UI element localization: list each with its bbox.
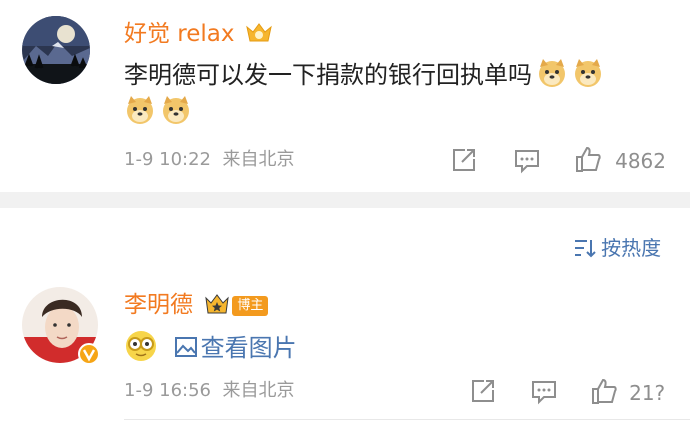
section-divider (0, 192, 690, 208)
avatar-image (22, 16, 90, 84)
sort-button[interactable]: 按热度 (572, 232, 661, 261)
vip-crown-icon[interactable] (204, 293, 230, 315)
comment-icon[interactable] (530, 379, 558, 405)
username-row: 好觉 relax (124, 20, 274, 48)
avatar[interactable] (22, 287, 100, 365)
comment-text: 李明德可以发一下捐款的银行回执单吗 (124, 61, 532, 89)
timestamp: 1-9 16:56 (124, 380, 211, 401)
username[interactable]: 李明德 (124, 292, 193, 318)
doge-emoji-icon (127, 96, 153, 124)
location: 来自北京 (222, 380, 295, 401)
vip-crown-icon[interactable] (244, 21, 274, 45)
verified-v-icon (78, 343, 100, 365)
comment-body: 李明德可以发一下捐款的银行回执单吗 (124, 57, 664, 92)
location: 来自北京 (222, 149, 295, 170)
like-count: 21? (629, 381, 666, 405)
doge-emoji-icon (539, 59, 565, 87)
view-image-label: 查看图片 (200, 334, 297, 362)
timestamp: 1-9 10:22 (124, 149, 211, 170)
username[interactable]: 好觉 relax (124, 21, 235, 47)
comment-meta: 1-9 16:56 来自北京 (124, 379, 294, 403)
share-icon[interactable] (451, 147, 477, 173)
thumbs-up-icon (592, 378, 617, 404)
comment-icon[interactable] (513, 148, 541, 174)
doge-emoji-icon (575, 59, 601, 87)
like-button[interactable]: 4862 (574, 145, 666, 173)
comment-meta: 1-9 10:22 来自北京 (124, 148, 294, 172)
sort-icon (575, 240, 596, 258)
thumbs-up-icon (576, 146, 601, 172)
author-badge: 博主 (232, 296, 269, 316)
nerd-face-emoji-icon (126, 331, 156, 361)
view-image-link[interactable]: 查看图片 (166, 334, 297, 362)
sort-label: 按热度 (601, 236, 662, 260)
comment-divider (124, 419, 690, 420)
emoji-row (124, 94, 192, 126)
like-count: 4862 (615, 149, 666, 173)
doge-emoji-icon (163, 96, 189, 124)
comment-body: 查看图片 (124, 329, 297, 365)
avatar[interactable] (22, 16, 90, 84)
share-icon[interactable] (470, 378, 496, 404)
image-icon (174, 337, 197, 357)
username-row: 李明德 博主 (124, 291, 269, 319)
like-button[interactable]: 21? (590, 377, 665, 405)
